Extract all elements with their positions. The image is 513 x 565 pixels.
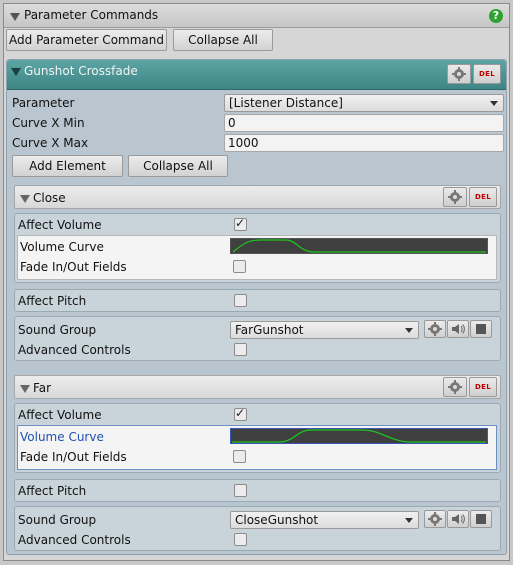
parameter-dropdown[interactable]: [Listener Distance]: [224, 94, 504, 112]
sound-group-dropdown[interactable]: CloseGunshot: [230, 511, 419, 529]
advanced-controls-label: Advanced Controls: [18, 343, 131, 357]
collapse-all-elements-button[interactable]: Collapse All: [128, 155, 228, 177]
speaker-icon: [452, 514, 465, 524]
parameter-value: [Listener Distance]: [229, 96, 343, 110]
pitch-section: Affect Pitch: [14, 479, 501, 502]
volume-curve-box: Volume Curve Fade In/Out Fields: [17, 425, 497, 470]
sound-group-section: Sound Group CloseGunshot Advanced Contro…: [14, 506, 501, 551]
panel-title: Parameter Commands: [24, 8, 159, 22]
foldout-triangle-icon[interactable]: [11, 68, 21, 76]
curve-x-min-label: Curve X Min: [12, 116, 85, 130]
gunshot-crossfade-group: Gunshot Crossfade DEL Parameter [Listene…: [6, 59, 507, 555]
curve-line: [232, 429, 486, 443]
affect-volume-label: Affect Volume: [18, 218, 102, 232]
foldout-triangle-icon[interactable]: [20, 385, 30, 393]
sound-group-value: CloseGunshot: [235, 513, 319, 527]
gear-icon: [428, 322, 442, 336]
fade-fields-checkbox[interactable]: [233, 450, 246, 463]
sound-group-value: FarGunshot: [235, 323, 304, 337]
volume-curve-field[interactable]: [230, 428, 488, 444]
checkmark-icon: ✓: [235, 216, 246, 230]
advanced-controls-checkbox[interactable]: [234, 343, 247, 356]
affect-pitch-label: Affect Pitch: [18, 294, 87, 308]
volume-section: Affect Volume ✓ Volume Curve Fade In/Out…: [14, 213, 501, 283]
fade-fields-checkbox[interactable]: [233, 260, 246, 273]
sound-group-section: Sound Group FarGunshot Advanced Controls: [14, 316, 501, 361]
gear-icon: [452, 67, 466, 81]
group-title: Gunshot Crossfade: [24, 64, 138, 78]
element-title: Far: [33, 381, 52, 395]
speaker-icon: [452, 324, 465, 334]
curve-line: [232, 239, 486, 253]
stop-button[interactable]: [470, 320, 492, 338]
affect-pitch-checkbox[interactable]: [234, 294, 247, 307]
gear-icon: [428, 512, 442, 526]
element-delete-button[interactable]: DEL: [469, 187, 497, 207]
advanced-controls-label: Advanced Controls: [18, 533, 131, 547]
sound-group-label: Sound Group: [18, 323, 97, 337]
stop-button[interactable]: [470, 510, 492, 528]
affect-volume-label: Affect Volume: [18, 408, 102, 422]
curve-x-min-field[interactable]: 0: [224, 114, 504, 132]
element-settings-button[interactable]: [443, 187, 467, 207]
stop-icon: [476, 324, 486, 334]
sound-group-settings-button[interactable]: [424, 320, 446, 338]
group-delete-button[interactable]: DEL: [473, 64, 501, 84]
fade-fields-label: Fade In/Out Fields: [20, 450, 127, 464]
element-header-buttons: DEL: [443, 377, 499, 399]
advanced-controls-checkbox[interactable]: [234, 533, 247, 546]
sound-group-settings-button[interactable]: [424, 510, 446, 528]
sound-group-label: Sound Group: [18, 513, 97, 527]
pitch-section: Affect Pitch: [14, 289, 501, 312]
add-parameter-command-button[interactable]: Add Parameter Command: [6, 29, 167, 51]
foldout-triangle-icon[interactable]: [10, 13, 20, 21]
element-title: Close: [33, 191, 66, 205]
collapse-all-button[interactable]: Collapse All: [173, 29, 273, 51]
affect-volume-checkbox[interactable]: ✓: [234, 406, 247, 421]
sound-group-dropdown[interactable]: FarGunshot: [230, 321, 419, 339]
preview-button[interactable]: [447, 510, 469, 528]
parameter-label: Parameter: [12, 96, 75, 110]
group-header-buttons: DEL: [447, 64, 503, 86]
parameter-commands-header[interactable]: Parameter Commands ?: [4, 4, 509, 28]
curve-x-max-field[interactable]: 1000: [224, 134, 504, 152]
foldout-triangle-icon[interactable]: [20, 195, 30, 203]
affect-pitch-label: Affect Pitch: [18, 484, 87, 498]
preview-button[interactable]: [447, 320, 469, 338]
gear-icon: [448, 190, 462, 204]
chevron-down-icon: [405, 518, 413, 523]
gear-icon: [448, 380, 462, 394]
curve-x-max-label: Curve X Max: [12, 136, 89, 150]
checkmark-icon: ✓: [235, 406, 246, 420]
element-delete-button[interactable]: DEL: [469, 377, 497, 397]
help-icon[interactable]: ?: [489, 9, 503, 23]
element-header-far[interactable]: Far DEL: [14, 375, 501, 399]
element-header-buttons: DEL: [443, 187, 499, 209]
chevron-down-icon: [405, 328, 413, 333]
stop-icon: [476, 514, 486, 524]
volume-curve-field[interactable]: [230, 238, 488, 254]
fade-fields-label: Fade In/Out Fields: [20, 260, 127, 274]
volume-curve-label: Volume Curve: [20, 240, 104, 254]
add-element-button[interactable]: Add Element: [12, 155, 123, 177]
group-header[interactable]: Gunshot Crossfade DEL: [7, 60, 506, 90]
affect-volume-checkbox[interactable]: ✓: [234, 216, 247, 231]
element-settings-button[interactable]: [443, 377, 467, 397]
volume-curve-box: Volume Curve Fade In/Out Fields: [17, 235, 497, 280]
chevron-down-icon: [490, 101, 498, 106]
parameter-commands-panel: Parameter Commands ? Add Parameter Comma…: [3, 3, 510, 561]
group-settings-button[interactable]: [447, 64, 471, 84]
element-header-close[interactable]: Close DEL: [14, 185, 501, 209]
affect-pitch-checkbox[interactable]: [234, 484, 247, 497]
volume-curve-label: Volume Curve: [20, 430, 104, 444]
volume-section: Affect Volume ✓ Volume Curve Fade In/Out…: [14, 403, 501, 473]
